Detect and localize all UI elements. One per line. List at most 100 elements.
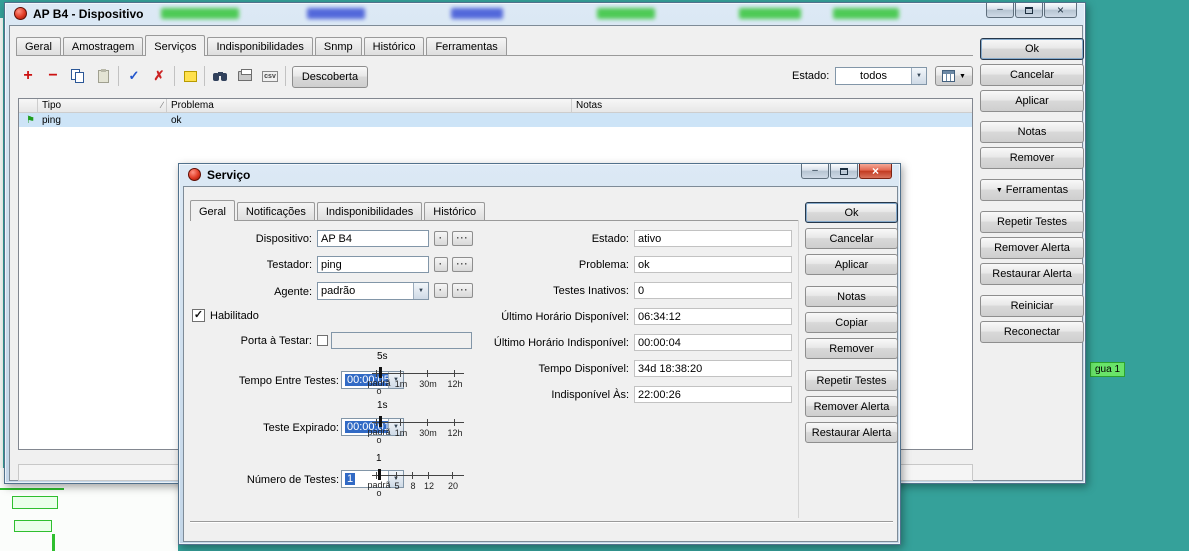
column-picker-button[interactable]: ▼ bbox=[935, 66, 973, 86]
descoberta-button[interactable]: Descoberta bbox=[292, 66, 368, 88]
tipo-column-header[interactable]: Tipo ∕ bbox=[38, 99, 167, 112]
desktop: gua 1 AP B4 - Dispositivo – × Geral Amos… bbox=[0, 0, 1189, 551]
find-button[interactable] bbox=[208, 65, 232, 87]
tab-indisponibilidades[interactable]: Indisponibilidades bbox=[207, 37, 313, 55]
apply-button[interactable]: Aplicar bbox=[980, 90, 1084, 112]
ack-button[interactable]: ✓ bbox=[122, 65, 146, 87]
map-label-blur bbox=[739, 8, 801, 19]
estado-filter-combo[interactable]: todos ▼ bbox=[835, 67, 927, 85]
slider-tick bbox=[396, 472, 397, 479]
agente-label: Agente: bbox=[274, 286, 312, 298]
tab-strip-line bbox=[190, 220, 798, 221]
ok-button[interactable]: Ok bbox=[805, 202, 898, 223]
tab-historico[interactable]: Histórico bbox=[424, 202, 486, 220]
slider-handle[interactable] bbox=[378, 469, 381, 480]
info-ultimo-indisponivel-label: Último Horário Indisponível: bbox=[493, 337, 629, 349]
tab-servicos[interactable]: Serviços bbox=[145, 35, 206, 56]
export-csv-button[interactable]: csv bbox=[258, 65, 282, 87]
maximize-icon bbox=[840, 167, 848, 175]
add-service-button[interactable]: + bbox=[16, 65, 40, 87]
slider-tick bbox=[376, 472, 377, 479]
tab-historico[interactable]: Histórico bbox=[363, 37, 425, 55]
notes-button[interactable] bbox=[178, 65, 202, 87]
close-button[interactable]: × bbox=[859, 164, 892, 179]
reiniciar-button[interactable]: Reiniciar bbox=[980, 295, 1084, 317]
print-button[interactable] bbox=[233, 65, 257, 87]
tab-ferramentas[interactable]: Ferramentas bbox=[426, 37, 507, 55]
maximize-button[interactable] bbox=[830, 164, 858, 179]
check-icon: ✓ bbox=[128, 68, 140, 83]
map-node-label[interactable]: gua 1 bbox=[1090, 362, 1126, 377]
app-icon bbox=[14, 7, 27, 20]
slider-track bbox=[372, 475, 464, 476]
map-label-blur bbox=[451, 8, 503, 19]
maximize-button[interactable] bbox=[1015, 3, 1043, 18]
ferramentas-button[interactable]: ▼ Ferramentas bbox=[980, 179, 1084, 201]
cancel-button[interactable]: Cancelar bbox=[980, 64, 1084, 86]
service-dialog: Serviço – × Geral Notificações Indisponi… bbox=[178, 163, 901, 545]
tab-snmp[interactable]: Snmp bbox=[314, 37, 362, 55]
remover-button[interactable]: Remover bbox=[805, 338, 898, 359]
slider-tick bbox=[427, 419, 428, 426]
slider-handle[interactable] bbox=[379, 367, 382, 378]
slider-tick bbox=[400, 419, 401, 426]
ok-button[interactable]: Ok bbox=[980, 38, 1084, 60]
tab-geral[interactable]: Geral bbox=[16, 37, 61, 55]
sort-icon: ∕ bbox=[161, 100, 163, 110]
minimize-button[interactable]: – bbox=[801, 164, 829, 179]
teste-expirado-slider[interactable]: 1s padrão 1m 30m 12h bbox=[367, 400, 472, 446]
unack-button[interactable]: ✗ bbox=[147, 65, 171, 87]
info-ultimo-disponivel-label: Último Horário Disponível: bbox=[501, 311, 629, 323]
restaurar-alerta-button[interactable]: Restaurar Alerta bbox=[805, 422, 898, 443]
tab-geral[interactable]: Geral bbox=[190, 200, 235, 221]
info-problema-label: Problema: bbox=[578, 259, 629, 271]
cancel-button[interactable]: Cancelar bbox=[805, 228, 898, 249]
repetir-testes-button[interactable]: Repetir Testes bbox=[980, 211, 1084, 233]
slider-tick bbox=[428, 472, 429, 479]
copiar-button[interactable]: Copiar bbox=[805, 312, 898, 333]
remover-alerta-button[interactable]: Remover Alerta bbox=[805, 396, 898, 417]
dialog-titlebar[interactable]: Serviço – × bbox=[179, 164, 900, 186]
slider-tick-label: 30m bbox=[419, 428, 437, 438]
remove-service-button[interactable]: − bbox=[41, 65, 65, 87]
cell-problema: ok bbox=[171, 114, 182, 126]
notas-button[interactable]: Notas bbox=[805, 286, 898, 307]
tab-amostragem[interactable]: Amostragem bbox=[62, 37, 144, 55]
maximize-icon bbox=[1025, 6, 1033, 14]
info-tempo-disponivel-value: 34d 18:38:20 bbox=[634, 360, 792, 377]
repetir-testes-button[interactable]: Repetir Testes bbox=[805, 370, 898, 391]
chevron-down-icon[interactable]: ▼ bbox=[911, 68, 926, 84]
numero-de-testes-slider[interactable]: 1 padrão 5 8 12 20 bbox=[367, 453, 472, 499]
table-row[interactable]: ⚑ ping ok bbox=[19, 113, 972, 127]
map-node[interactable] bbox=[14, 520, 52, 532]
reconectar-button[interactable]: Reconectar bbox=[980, 321, 1084, 343]
icon-column-header[interactable] bbox=[19, 99, 38, 112]
table-grid-icon bbox=[942, 70, 956, 82]
remover-button[interactable]: Remover bbox=[980, 147, 1084, 169]
notas-column-header[interactable]: Notas bbox=[572, 99, 972, 112]
dialog-title: Serviço bbox=[207, 168, 251, 182]
problema-column-header[interactable]: Problema bbox=[167, 99, 572, 112]
close-button[interactable]: × bbox=[1044, 3, 1077, 18]
tab-indisponibilidades[interactable]: Indisponibilidades bbox=[316, 202, 423, 220]
porta-checkbox[interactable] bbox=[317, 335, 328, 346]
restaurar-alerta-button[interactable]: Restaurar Alerta bbox=[980, 263, 1084, 285]
habilitado-checkbox[interactable]: ✓ bbox=[192, 309, 205, 322]
statusbar-separator bbox=[190, 521, 893, 523]
csv-icon: csv bbox=[262, 70, 278, 82]
tab-notificacoes[interactable]: Notificações bbox=[236, 202, 315, 220]
paste-button[interactable] bbox=[91, 65, 115, 87]
numero-de-testes-value: 1 bbox=[345, 473, 356, 485]
slider-tick bbox=[376, 370, 377, 377]
minimize-button[interactable]: – bbox=[986, 3, 1014, 18]
notas-button[interactable]: Notas bbox=[980, 121, 1084, 143]
slider-handle[interactable] bbox=[379, 416, 382, 427]
printer-icon bbox=[238, 69, 252, 81]
copy-button[interactable] bbox=[66, 65, 90, 87]
teste-expirado-label: Teste Expirado: bbox=[263, 422, 339, 434]
main-window-titlebar[interactable]: AP B4 - Dispositivo – × bbox=[5, 3, 1085, 25]
remover-alerta-button[interactable]: Remover Alerta bbox=[980, 237, 1084, 259]
apply-button[interactable]: Aplicar bbox=[805, 254, 898, 275]
map-node[interactable] bbox=[12, 496, 58, 509]
ferramentas-label: Ferramentas bbox=[1005, 184, 1069, 196]
